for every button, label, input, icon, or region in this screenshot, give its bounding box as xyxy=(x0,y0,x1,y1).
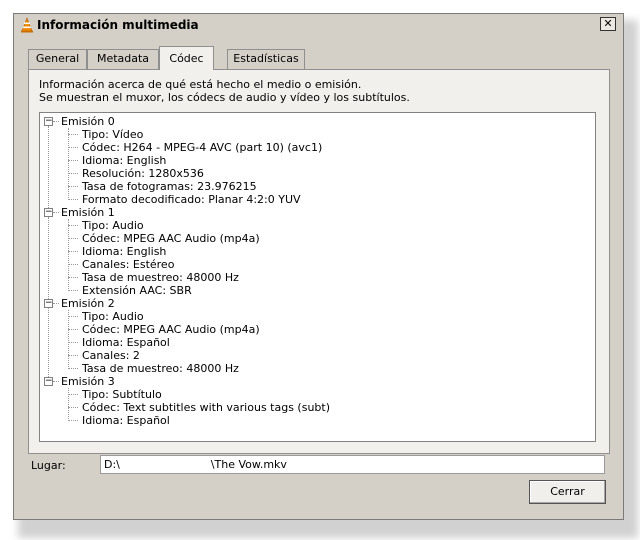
tree-property-item[interactable]: Tipo: Audio xyxy=(82,310,144,323)
tree-property-item[interactable]: Idioma: Español xyxy=(82,336,170,349)
description-line: Información acerca de qué está hecho el … xyxy=(39,78,362,91)
tree-connector xyxy=(53,381,59,382)
tree-stream-item[interactable]: Emisión 2 xyxy=(61,297,115,310)
tree-connector xyxy=(68,342,78,343)
tree-expander-icon[interactable]: − xyxy=(44,299,53,308)
tab-statistics[interactable]: Estadísticas xyxy=(227,49,305,69)
tree-property-item[interactable]: Códec: MPEG AAC Audio (mp4a) xyxy=(82,232,260,245)
tree-property-item[interactable]: Canales: Estéreo xyxy=(82,258,174,271)
tree-property-item[interactable]: Formato decodificado: Planar 4:2:0 YUV xyxy=(82,193,301,206)
tree-property-item[interactable]: Idioma: English xyxy=(82,154,166,167)
tree-stream-item[interactable]: Emisión 1 xyxy=(61,206,115,219)
tab-metadata[interactable]: Metadata xyxy=(87,49,159,69)
tree-stream-item[interactable]: Emisión 0 xyxy=(61,115,115,128)
tree-connector xyxy=(53,212,59,213)
tree-property-item[interactable]: Resolución: 1280x536 xyxy=(82,167,204,180)
media-info-dialog: Información multimedia ✕ General Metadat… xyxy=(13,13,624,520)
tree-connector xyxy=(68,147,78,148)
tree-connector xyxy=(68,355,78,356)
tree-property-item[interactable]: Tasa de muestreo: 48000 Hz xyxy=(82,362,239,375)
window-close-icon[interactable]: ✕ xyxy=(600,17,616,31)
tree-connector xyxy=(68,160,78,161)
tree-connector xyxy=(48,308,49,377)
window-title: Información multimedia xyxy=(37,18,199,32)
tab-codec[interactable]: Códec xyxy=(159,46,214,70)
tree-property-item[interactable]: Idioma: Español xyxy=(82,414,170,427)
tree-connector xyxy=(68,264,78,265)
tree-connector xyxy=(48,126,49,208)
tree-property-item[interactable]: Canales: 2 xyxy=(82,349,140,362)
tree-connector xyxy=(68,238,78,239)
title-bar[interactable]: Información multimedia ✕ xyxy=(14,14,623,36)
tree-connector xyxy=(68,251,78,252)
codec-tree[interactable]: − Emisión 0 Tipo: Vídeo Códec: H264 - MPEG-… xyxy=(39,112,596,442)
tree-connector xyxy=(53,121,59,122)
tree-connector xyxy=(68,329,78,330)
tree-property-item[interactable]: Códec: H264 - MPEG-4 AVC (part 10) (avc1… xyxy=(82,141,322,154)
tree-connector xyxy=(68,310,69,369)
tree-property-item[interactable]: Códec: Text subtitles with various tags … xyxy=(82,401,330,414)
close-button[interactable]: Cerrar xyxy=(529,480,606,504)
tree-property-item[interactable]: Tasa de muestreo: 48000 Hz xyxy=(82,271,239,284)
tree-connector xyxy=(68,290,78,291)
description-line: Se muestran el muxor, los códecs de audi… xyxy=(39,91,410,104)
tree-expander-icon[interactable]: − xyxy=(44,208,53,217)
tree-connector xyxy=(68,225,78,226)
tree-connector xyxy=(68,128,69,200)
tree-connector xyxy=(68,219,69,291)
tree-property-item[interactable]: Idioma: English xyxy=(82,245,166,258)
tree-property-item[interactable]: Extensión AAC: SBR xyxy=(82,284,192,297)
tree-property-item[interactable]: Tasa de fotogramas: 23.976215 xyxy=(82,180,257,193)
location-label: Lugar: xyxy=(31,459,66,472)
tree-connector xyxy=(68,368,78,369)
tree-connector xyxy=(68,173,78,174)
codec-panel: Información acerca de qué está hecho el … xyxy=(28,69,610,454)
tree-stream-item[interactable]: Emisión 3 xyxy=(61,375,115,388)
vlc-cone-icon xyxy=(21,17,33,33)
tree-connector xyxy=(68,277,78,278)
tree-connector xyxy=(68,394,78,395)
tree-connector xyxy=(68,199,78,200)
tree-property-item[interactable]: Códec: MPEG AAC Audio (mp4a) xyxy=(82,323,260,336)
tree-connector xyxy=(68,316,78,317)
tree-connector xyxy=(68,420,78,421)
tree-connector xyxy=(68,186,78,187)
tree-connector xyxy=(68,134,78,135)
tree-connector xyxy=(53,303,59,304)
location-field[interactable]: D:\ \The Vow.mkv xyxy=(100,455,605,474)
tree-connector xyxy=(68,388,69,421)
tree-connector xyxy=(68,407,78,408)
tree-expander-icon[interactable]: − xyxy=(44,117,53,126)
tree-expander-icon[interactable]: − xyxy=(44,377,53,386)
tab-general[interactable]: General xyxy=(28,49,87,69)
tree-property-item[interactable]: Tipo: Audio xyxy=(82,219,144,232)
tree-property-item[interactable]: Tipo: Subtítulo xyxy=(82,388,162,401)
panel-description: Información acerca de qué está hecho el … xyxy=(39,78,410,104)
tree-property-item[interactable]: Tipo: Vídeo xyxy=(82,128,143,141)
tree-connector xyxy=(48,217,49,299)
